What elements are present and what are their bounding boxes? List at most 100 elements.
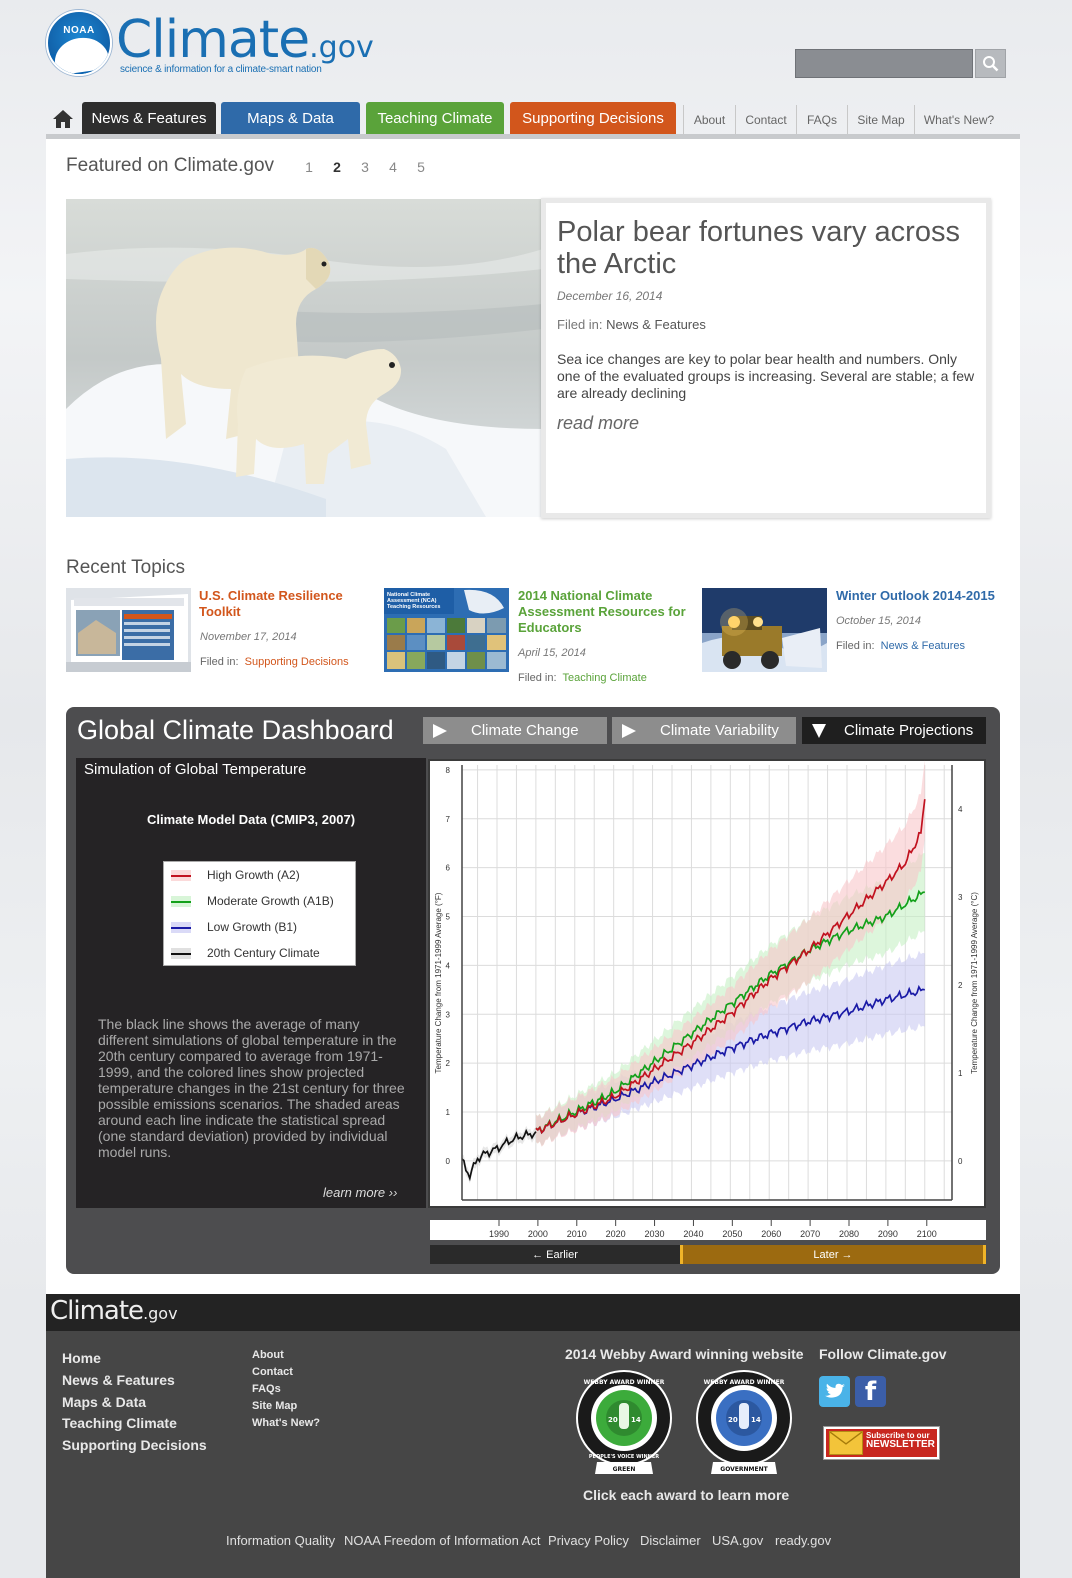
legend-item-20th-century: 20th Century Climate bbox=[171, 945, 320, 961]
search-input[interactable] bbox=[795, 49, 973, 78]
y-tick-label-left: 1 bbox=[446, 1108, 451, 1117]
pager-2[interactable]: 2 bbox=[331, 159, 343, 175]
award-year: 20 bbox=[608, 1416, 618, 1424]
facebook-icon[interactable]: f bbox=[855, 1376, 886, 1407]
timeline-earlier-button[interactable]: ← Earlier bbox=[430, 1245, 680, 1264]
simulation-title: Simulation of Global Temperature bbox=[84, 761, 307, 778]
topic-filed-in: Filed in: Teaching Climate bbox=[518, 672, 647, 684]
topic-date: April 15, 2014 bbox=[518, 647, 586, 659]
dashboard-tab-label: Climate Change bbox=[471, 722, 579, 739]
x-tick-label: 2090 bbox=[878, 1229, 898, 1239]
nav-tab-teaching-climate[interactable]: Teaching Climate bbox=[366, 102, 504, 135]
pager-1[interactable]: 1 bbox=[303, 159, 315, 175]
footer-link-usa-gov[interactable]: USA.gov bbox=[712, 1533, 763, 1548]
footer-link-noaa-foia[interactable]: NOAA Freedom of Information Act bbox=[344, 1533, 541, 1548]
footer-link-news-features[interactable]: News & Features bbox=[62, 1372, 175, 1388]
footer-link-site-map[interactable]: Site Map bbox=[252, 1400, 297, 1412]
topic-thumb-resilience-toolkit[interactable] bbox=[66, 588, 191, 672]
nav-tab-supporting-decisions[interactable]: Supporting Decisions bbox=[510, 102, 676, 135]
nav-link-whats-new[interactable]: What's New? bbox=[915, 105, 1003, 135]
legend-item-moderate-growth: Moderate Growth (A1B) bbox=[171, 893, 334, 909]
dashboard-tab-label: Climate Projections bbox=[844, 722, 974, 739]
dashboard-tab-label: Climate Variability bbox=[660, 722, 779, 739]
award-ring-text: WEBBY AWARD WINNER bbox=[704, 1379, 785, 1386]
y-tick-label-left: 4 bbox=[446, 961, 451, 970]
timeline-later-button[interactable]: Later → bbox=[680, 1245, 986, 1264]
footer-link-disclaimer[interactable]: Disclaimer bbox=[640, 1533, 701, 1548]
nav-link-faqs[interactable]: FAQs bbox=[797, 105, 848, 135]
feature-summary: Sea ice changes are key to polar bear he… bbox=[557, 351, 975, 401]
y-tick-label-right: 4 bbox=[958, 805, 963, 814]
footer-link-whats-new[interactable]: What's New? bbox=[252, 1417, 320, 1429]
legend-swatch bbox=[171, 869, 191, 881]
nav-tab-news-features[interactable]: News & Features bbox=[82, 102, 216, 135]
nav-link-site-map[interactable]: Site Map bbox=[848, 105, 915, 135]
pager-5[interactable]: 5 bbox=[415, 159, 427, 175]
topic-thumb-nca-resources[interactable]: National Climate Assessment (NCA) Teachi… bbox=[384, 588, 509, 672]
site-tagline: science & information for a climate-smar… bbox=[120, 64, 322, 75]
topic-title-resilience-toolkit[interactable]: U.S. Climate Resilience Toolkit bbox=[199, 588, 369, 620]
chevron-down-icon bbox=[812, 723, 826, 738]
footer-link-supporting-decisions[interactable]: Supporting Decisions bbox=[62, 1437, 207, 1453]
dashboard-title: Global Climate Dashboard bbox=[77, 715, 394, 745]
twitter-icon[interactable] bbox=[819, 1376, 850, 1407]
legend-swatch bbox=[171, 921, 191, 933]
topic-category-link[interactable]: Supporting Decisions bbox=[245, 656, 349, 668]
play-icon bbox=[433, 723, 447, 738]
filed-label: Filed in: bbox=[518, 672, 557, 684]
x-tick-label: 2080 bbox=[839, 1229, 859, 1239]
footer-link-contact[interactable]: Contact bbox=[252, 1366, 293, 1378]
footer-link-ready-gov[interactable]: ready.gov bbox=[775, 1533, 831, 1548]
dashboard-tab-climate-projections[interactable]: Climate Projections bbox=[802, 717, 986, 744]
x-tick-label: 2030 bbox=[645, 1229, 665, 1239]
feature-read-more-link[interactable]: read more bbox=[557, 413, 639, 434]
x-tick-label: 2040 bbox=[683, 1229, 703, 1239]
pager-3[interactable]: 3 bbox=[359, 159, 371, 175]
dashboard-learn-more-link[interactable]: learn more ›› bbox=[323, 1185, 397, 1200]
topic-title-winter-outlook[interactable]: Winter Outlook 2014-2015 bbox=[836, 588, 1011, 604]
legend-swatch bbox=[171, 947, 191, 959]
award-category: GOVERNMENT bbox=[720, 1466, 768, 1473]
award-year: 20 bbox=[728, 1416, 738, 1424]
nav-tab-maps-data[interactable]: Maps & Data bbox=[221, 102, 360, 135]
topic-title-nca-resources[interactable]: 2014 National Climate Assessment Resourc… bbox=[518, 588, 690, 636]
footer-link-faqs[interactable]: FAQs bbox=[252, 1383, 281, 1395]
award-ribbon-text: PEOPLE'S VOICE WINNER bbox=[589, 1454, 659, 1460]
noaa-logo[interactable]: NOAA bbox=[46, 10, 112, 76]
webby-award-green-badge[interactable]: 20 14 WEBBY AWARD WINNER PEOPLE'S VOICE … bbox=[575, 1370, 673, 1480]
filed-category-link[interactable]: News & Features bbox=[606, 317, 706, 332]
topic-thumb-winter-outlook[interactable] bbox=[702, 588, 827, 672]
footer-link-privacy-policy[interactable]: Privacy Policy bbox=[548, 1533, 629, 1548]
footer-link-teaching-climate[interactable]: Teaching Climate bbox=[62, 1415, 177, 1431]
y-tick-label-left: 0 bbox=[446, 1157, 451, 1166]
award-ring-text: WEBBY AWARD WINNER bbox=[584, 1379, 665, 1386]
footer-link-maps-data[interactable]: Maps & Data bbox=[62, 1394, 146, 1410]
nav-link-about[interactable]: About bbox=[683, 105, 736, 135]
search-button[interactable] bbox=[975, 49, 1006, 78]
dashboard-description: The black line shows the average of many… bbox=[98, 1016, 405, 1160]
y-tick-label-left: 5 bbox=[446, 913, 451, 922]
home-icon[interactable] bbox=[52, 108, 74, 130]
footer-link-about[interactable]: About bbox=[252, 1349, 284, 1361]
nav-link-contact[interactable]: Contact bbox=[736, 105, 797, 135]
feature-image-polar-bears[interactable] bbox=[66, 199, 543, 517]
dashboard-tab-climate-variability[interactable]: Climate Variability bbox=[612, 717, 796, 744]
x-tick-label: 2000 bbox=[528, 1229, 548, 1239]
feature-title[interactable]: Polar bear fortunes vary across the Arct… bbox=[557, 216, 977, 280]
footer-link-information-quality[interactable]: Information Quality bbox=[226, 1533, 335, 1548]
topic-category-link[interactable]: Teaching Climate bbox=[562, 672, 646, 684]
webby-award-government-badge[interactable]: 20 14 WEBBY AWARD WINNER GOVERNMENT bbox=[695, 1370, 793, 1480]
footer-link-home[interactable]: Home bbox=[62, 1350, 101, 1366]
pager-4[interactable]: 4 bbox=[387, 159, 399, 175]
y-axis-label-left: Temperature Change from 1971-1999 Averag… bbox=[434, 892, 443, 1073]
topic-category-link[interactable]: News & Features bbox=[881, 640, 965, 652]
noaa-badge-text: NOAA bbox=[63, 25, 95, 36]
timeline-axis[interactable]: 1990 2000 2010 2020 2030 2040 2050 2060 2070 2080… bbox=[430, 1220, 986, 1240]
footer-logo[interactable]: Climate.gov bbox=[50, 1296, 178, 1326]
dashboard-tab-climate-change[interactable]: Climate Change bbox=[423, 717, 607, 744]
y-tick-label-right: 3 bbox=[958, 893, 963, 902]
y-tick-label-left: 7 bbox=[446, 815, 451, 824]
temperature-projection-chart[interactable]: 01234567801234Temperature Change from 19… bbox=[428, 759, 986, 1208]
feature-filed-in: Filed in: News & Features bbox=[557, 317, 706, 332]
footer-top-bar bbox=[46, 1294, 1020, 1331]
